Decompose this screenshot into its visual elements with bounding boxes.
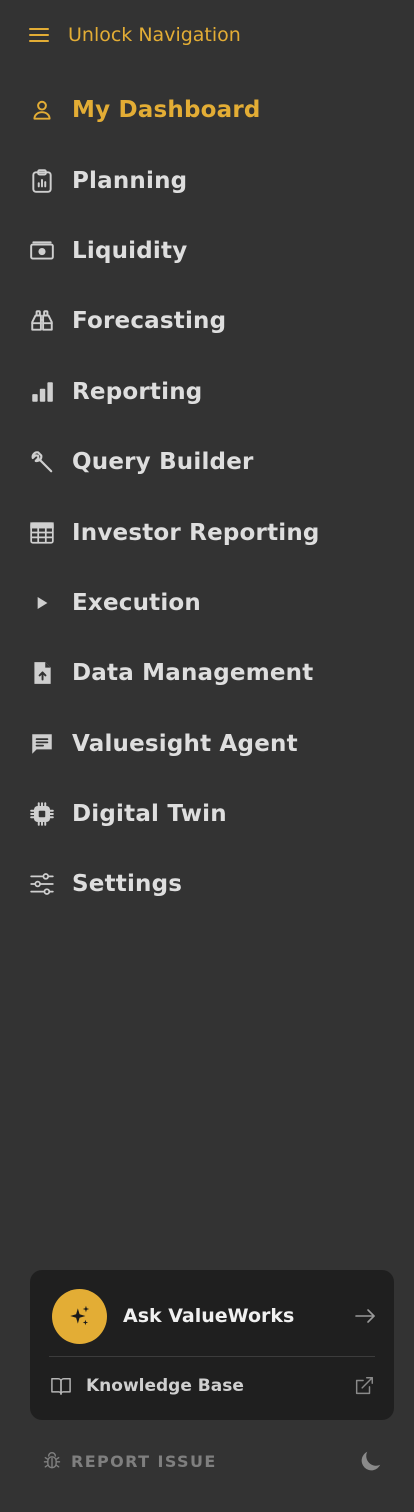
arrow-right-icon — [354, 1308, 376, 1324]
file-upload-icon — [28, 659, 56, 687]
play-icon — [28, 589, 56, 617]
nav-item-query-builder[interactable]: Query Builder — [0, 427, 414, 497]
nav-item-settings[interactable]: Settings — [0, 849, 414, 919]
ask-valueworks-label: Ask ValueWorks — [123, 1305, 295, 1327]
knowledge-base-link[interactable]: Knowledge Base — [50, 1370, 375, 1402]
nav-item-label: My Dashboard — [72, 97, 261, 124]
nav-item-label: Investor Reporting — [72, 519, 320, 546]
sparkles-icon — [52, 1288, 107, 1344]
moon-icon — [358, 1448, 384, 1474]
bar-chart-icon — [28, 378, 56, 406]
nav-item-label: Query Builder — [72, 449, 254, 476]
binoculars-icon — [28, 307, 56, 335]
hamburger-menu-icon — [28, 26, 50, 44]
nav-item-liquidity[interactable]: Liquidity — [0, 216, 414, 286]
nav-item-execution[interactable]: Execution — [0, 568, 414, 638]
nav-item-forecasting[interactable]: Forecasting — [0, 286, 414, 356]
chip-icon — [28, 800, 56, 828]
ask-valueworks-button[interactable]: Ask ValueWorks — [52, 1288, 376, 1344]
footer: REPORT ISSUE — [42, 1445, 384, 1477]
user-icon — [28, 96, 56, 124]
theme-toggle[interactable] — [358, 1448, 384, 1474]
nav-item-investor-reporting[interactable]: Investor Reporting — [0, 497, 414, 567]
nav-item-label: Planning — [72, 167, 188, 194]
table-icon — [28, 519, 56, 547]
report-issue-label: REPORT ISSUE — [71, 1451, 217, 1471]
nav-item-label: Settings — [72, 871, 183, 898]
nav-item-label: Reporting — [72, 378, 203, 405]
external-link-icon — [353, 1375, 375, 1397]
divider — [49, 1356, 375, 1357]
chat-icon — [28, 730, 56, 758]
nav-item-label: Execution — [72, 589, 202, 616]
nav-item-my-dashboard[interactable]: My Dashboard — [0, 75, 414, 145]
nav-item-valuesight-agent[interactable]: Valuesight Agent — [0, 709, 414, 779]
main-navigation: My Dashboard Planning Liquidity Forecast… — [0, 75, 414, 920]
nav-item-label: Forecasting — [72, 308, 227, 335]
knowledge-base-label: Knowledge Base — [86, 1376, 244, 1396]
cash-icon — [28, 237, 56, 265]
clipboard-chart-icon — [28, 167, 56, 195]
nav-item-label: Digital Twin — [72, 801, 227, 828]
nav-item-digital-twin[interactable]: Digital Twin — [0, 779, 414, 849]
ask-valueworks-card: Ask ValueWorks Knowledge Base — [30, 1270, 394, 1420]
unlock-navigation-button[interactable]: Unlock Navigation — [28, 20, 241, 50]
nav-item-planning[interactable]: Planning — [0, 145, 414, 215]
nav-item-label: Valuesight Agent — [72, 730, 298, 757]
book-icon — [50, 1376, 72, 1396]
nav-item-label: Liquidity — [72, 237, 188, 264]
report-issue-button[interactable]: REPORT ISSUE — [42, 1450, 217, 1472]
nav-item-data-management[interactable]: Data Management — [0, 638, 414, 708]
nav-item-label: Data Management — [72, 660, 314, 687]
sliders-icon — [28, 870, 56, 898]
unlock-navigation-label: Unlock Navigation — [68, 24, 241, 46]
wrench-icon — [28, 448, 56, 476]
bug-icon — [42, 1450, 62, 1472]
nav-item-reporting[interactable]: Reporting — [0, 357, 414, 427]
